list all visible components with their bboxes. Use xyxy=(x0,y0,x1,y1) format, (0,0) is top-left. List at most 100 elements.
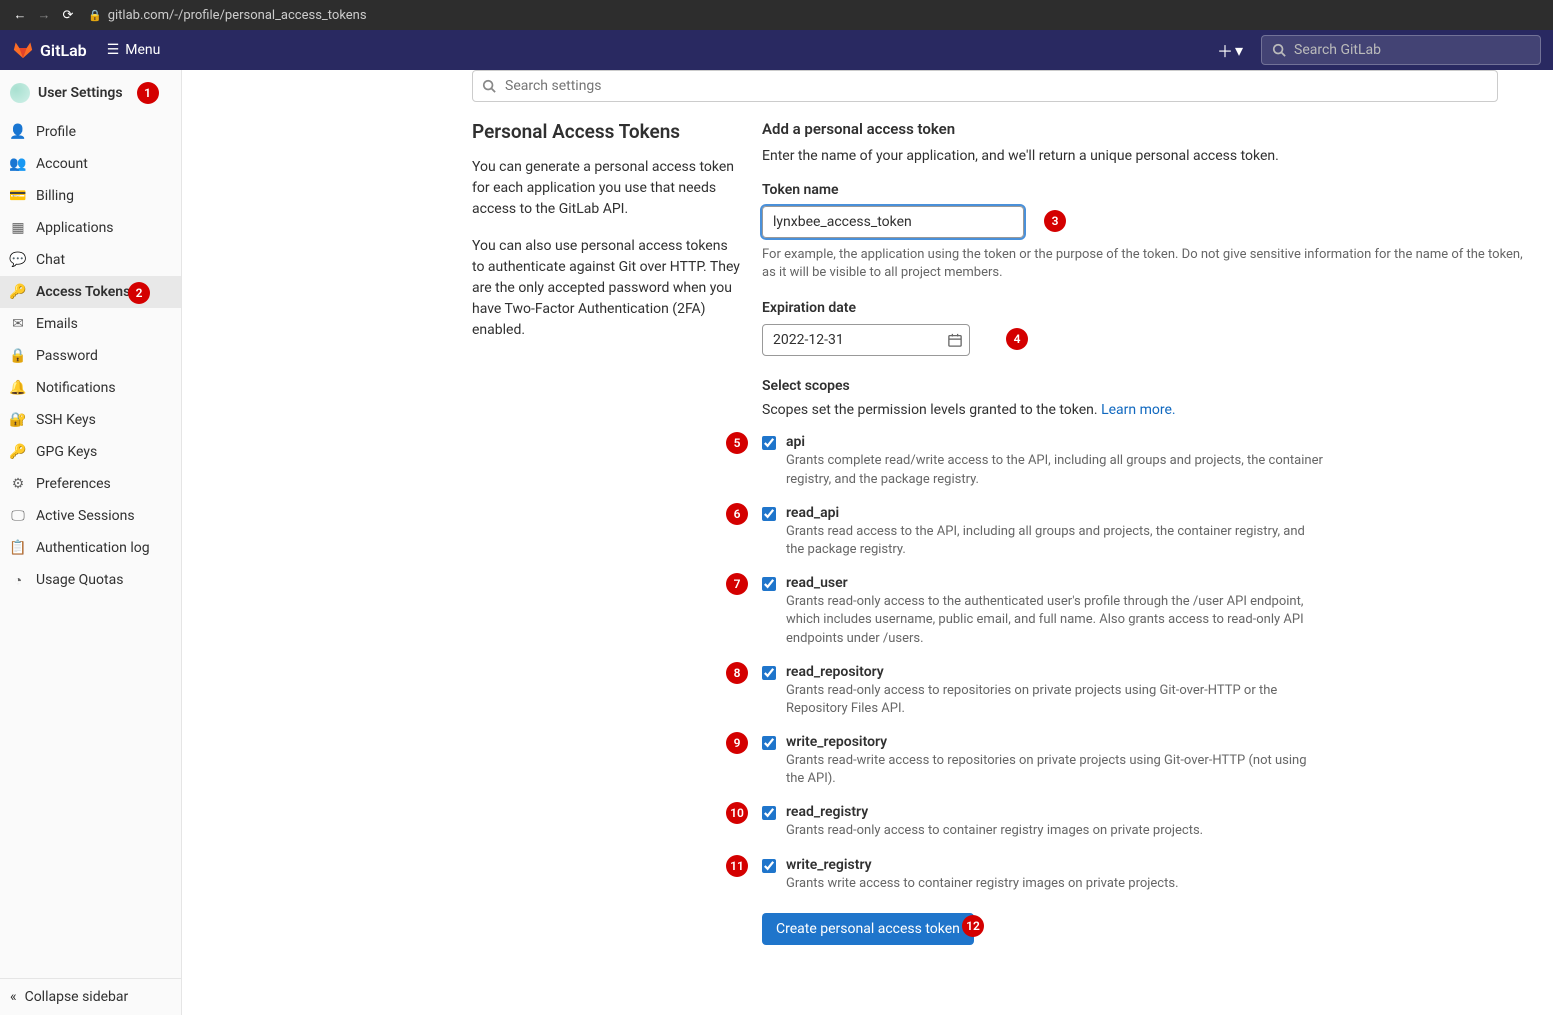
scope-checkbox-write_repository[interactable] xyxy=(762,736,776,750)
quota-icon: ◔ xyxy=(10,572,26,588)
search-icon xyxy=(482,78,496,97)
scope-checkbox-read_user[interactable] xyxy=(762,577,776,591)
sidebar-item-access-tokens[interactable]: 🔑 Access Tokens2 xyxy=(0,276,181,308)
annotation-badge: 6 xyxy=(726,503,748,525)
annotation-badge: 11 xyxy=(726,855,748,877)
gitlab-logo[interactable]: GitLab xyxy=(12,37,87,63)
sidebar-item-active-sessions[interactable]: 🖵Active Sessions xyxy=(0,500,181,532)
scope-row-read_registry: 10read_registryGrants read-only access t… xyxy=(762,804,1523,840)
sidebar-item-label: Access Tokens xyxy=(36,284,130,300)
scope-checkbox-write_registry[interactable] xyxy=(762,859,776,873)
sidebar-item-account[interactable]: 👥Account xyxy=(0,148,181,180)
sidebar-item-label: Authentication log xyxy=(36,540,150,556)
gitlab-logo-icon xyxy=(12,37,34,63)
global-search-input[interactable]: Search GitLab xyxy=(1261,35,1541,65)
sidebar-item-password[interactable]: 🔒Password xyxy=(0,340,181,372)
scope-name: write_registry xyxy=(786,857,1179,873)
scope-description: Grants read access to the API, including… xyxy=(786,523,1326,559)
annotation-badge: 1 xyxy=(137,82,159,104)
sidebar-item-chat[interactable]: 💬Chat xyxy=(0,244,181,276)
annotation-badge: 12 xyxy=(962,915,984,937)
sidebar-item-ssh-keys[interactable]: 🔐 SSH Keys xyxy=(0,404,181,436)
search-settings-wrap xyxy=(472,70,1498,102)
form-column: Add a personal access token Enter the na… xyxy=(762,120,1523,953)
annotation-badge: 2 xyxy=(128,282,150,304)
scope-row-read_api: 6read_apiGrants read access to the API, … xyxy=(762,505,1523,559)
browser-url-bar[interactable]: 🔒 gitlab.com/-/profile/personal_access_t… xyxy=(88,8,367,23)
sidebar-item-label: SSH Keys xyxy=(36,412,96,428)
browser-forward-button[interactable]: → xyxy=(32,3,56,27)
scopes-label: Select scopes xyxy=(762,378,1523,394)
sidebar-item-billing[interactable]: 💳Billing xyxy=(0,180,181,212)
scope-name: write_repository xyxy=(786,734,1326,750)
scope-checkbox-read_registry[interactable] xyxy=(762,806,776,820)
page-title: Personal Access Tokens xyxy=(472,120,742,143)
sidebar-item-profile[interactable]: 👤Profile xyxy=(0,116,181,148)
sidebar-item-preferences[interactable]: ⚙Preferences xyxy=(0,468,181,500)
collapse-label: Collapse sidebar xyxy=(25,989,129,1005)
sidebar-item-usage-quotas[interactable]: ◔Usage Quotas xyxy=(0,564,181,596)
scope-name: read_repository xyxy=(786,664,1326,680)
chevrons-left-icon: « xyxy=(10,989,17,1005)
sessions-icon: 🖵 xyxy=(10,508,26,524)
intro-column: Personal Access Tokens You can generate … xyxy=(472,120,742,953)
sidebar-item-authentication-log[interactable]: 📋Authentication log xyxy=(0,532,181,564)
scopes-hint: Scopes set the permission levels granted… xyxy=(762,402,1523,418)
sidebar-item-label: Profile xyxy=(36,124,76,140)
key-icon: 🔑 xyxy=(10,284,26,300)
card-icon: 💳 xyxy=(10,188,26,204)
chevron-down-icon: ▾ xyxy=(1235,41,1243,60)
sidebar-item-label: Applications xyxy=(36,220,114,236)
expiration-label: Expiration date xyxy=(762,300,1523,316)
scopes-learn-more-link[interactable]: Learn more. xyxy=(1101,402,1176,418)
sidebar-title: User Settings xyxy=(38,85,123,101)
search-settings-input[interactable] xyxy=(472,70,1498,102)
annotation-badge: 5 xyxy=(726,432,748,454)
annotation-badge: 3 xyxy=(1044,210,1066,232)
sidebar-item-notifications[interactable]: 🔔Notifications xyxy=(0,372,181,404)
plus-icon: ＋ xyxy=(1217,38,1233,62)
browser-back-button[interactable]: ← xyxy=(8,3,32,27)
scope-checkbox-read_api[interactable] xyxy=(762,507,776,521)
user-avatar xyxy=(10,83,30,103)
menu-label: Menu xyxy=(125,42,160,58)
scope-name: read_api xyxy=(786,505,1326,521)
expiration-date-input[interactable] xyxy=(762,324,970,356)
form-subheading: Enter the name of your application, and … xyxy=(762,148,1523,164)
scope-description: Grants read-only access to the authentic… xyxy=(786,593,1326,648)
intro-paragraph-1: You can generate a personal access token… xyxy=(472,157,742,220)
sidebar-item-label: GPG Keys xyxy=(36,444,97,460)
sshkey-icon: 🔐 xyxy=(10,412,26,428)
scope-description: Grants write access to container registr… xyxy=(786,875,1179,893)
scope-row-write_registry: 11write_registryGrants write access to c… xyxy=(762,857,1523,893)
new-dropdown-button[interactable]: ＋ ▾ xyxy=(1211,34,1249,66)
brand-text: GitLab xyxy=(40,41,87,60)
collapse-sidebar-button[interactable]: « Collapse sidebar xyxy=(0,978,181,1015)
token-name-label: Token name xyxy=(762,182,1523,198)
scope-description: Grants read-write access to repositories… xyxy=(786,752,1326,788)
sidebar-header: User Settings 1 xyxy=(0,70,181,116)
scope-name: read_registry xyxy=(786,804,1203,820)
browser-reload-button[interactable]: ⟳ xyxy=(56,3,80,27)
search-icon xyxy=(1272,43,1286,57)
prefs-icon: ⚙ xyxy=(10,476,26,492)
search-placeholder: Search GitLab xyxy=(1294,42,1381,58)
scope-description: Grants read-only access to container reg… xyxy=(786,822,1203,840)
token-name-row: 3 xyxy=(762,206,1523,238)
scope-checkbox-read_repository[interactable] xyxy=(762,666,776,680)
scope-checkbox-api[interactable] xyxy=(762,436,776,450)
scope-name: api xyxy=(786,434,1326,450)
annotation-badge: 8 xyxy=(726,662,748,684)
annotation-badge: 10 xyxy=(726,802,748,824)
menu-button[interactable]: ☰ Menu xyxy=(107,42,161,58)
sidebar-item-applications[interactable]: ▦Applications xyxy=(0,212,181,244)
sidebar-item-emails[interactable]: ✉Emails xyxy=(0,308,181,340)
sidebar: User Settings 1 👤Profile👥Account💳Billing… xyxy=(0,70,182,1015)
calendar-icon[interactable] xyxy=(948,332,962,351)
sidebar-item-gpg-keys[interactable]: 🔑GPG Keys xyxy=(0,436,181,468)
create-token-button[interactable]: Create personal access token xyxy=(762,913,974,945)
token-name-input[interactable] xyxy=(762,206,1024,238)
chat-icon: 💬 xyxy=(10,252,26,268)
scope-description: Grants read-only access to repositories … xyxy=(786,682,1326,718)
form-heading: Add a personal access token xyxy=(762,120,1523,138)
